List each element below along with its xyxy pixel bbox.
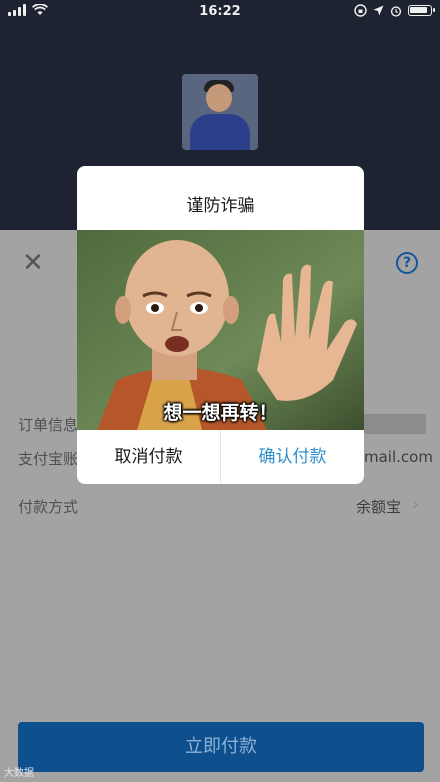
lock-rotation-icon xyxy=(354,4,367,17)
cancel-payment-button[interactable]: 取消付款 xyxy=(77,430,220,484)
meme-image: 想一想再转！ xyxy=(77,230,364,430)
dialog-title: 谨防诈骗 xyxy=(186,196,255,216)
watermark: 大数据 xyxy=(4,768,34,779)
close-icon[interactable]: ✕ xyxy=(20,250,46,276)
payment-method-label: 付款方式 xyxy=(18,498,79,516)
payment-method-value[interactable]: 余额宝 xyxy=(356,496,401,517)
chevron-right-icon[interactable]: › xyxy=(412,494,419,515)
order-info-label: 订单信息 xyxy=(18,416,79,434)
location-icon xyxy=(373,5,384,16)
battery-icon xyxy=(408,5,435,16)
help-icon[interactable]: ? xyxy=(396,252,418,274)
confirm-payment-button[interactable]: 确认付款 xyxy=(221,430,364,484)
pay-now-button[interactable]: 立即付款 xyxy=(18,722,424,772)
account-value: mail.com xyxy=(364,448,433,466)
meme-caption: 想一想再转！ xyxy=(163,402,278,424)
avatar xyxy=(182,74,258,150)
status-bar: 16:22 xyxy=(0,0,440,24)
fraud-warning-dialog: 谨防诈骗 想一想再转！ 取消付款 确认付款 xyxy=(77,166,364,484)
alarm-icon xyxy=(390,5,402,17)
